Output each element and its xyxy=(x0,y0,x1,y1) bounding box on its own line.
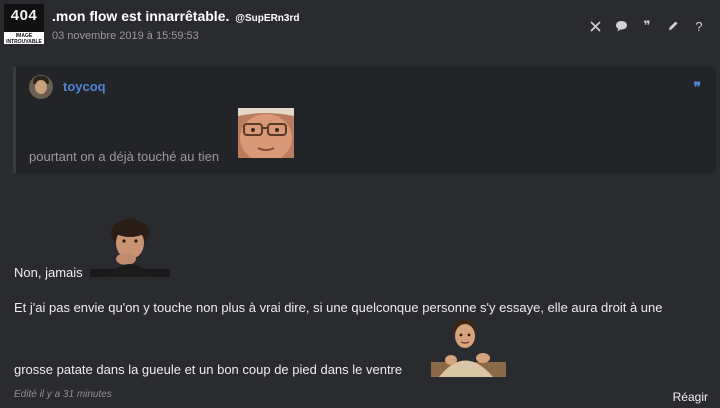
message-sticker-image xyxy=(431,316,506,377)
quote-text: pourtant on a déjà touché au tien xyxy=(29,149,220,164)
post-toolbar: ❞ ? xyxy=(582,17,712,35)
close-icon[interactable] xyxy=(582,17,608,35)
comment-icon[interactable] xyxy=(608,17,634,35)
quote-author-name[interactable]: toycoq xyxy=(63,79,106,94)
avatar-caption: IMAGE INTROUVABLE xyxy=(6,33,42,44)
edited-note: Edité il y a 31 minutes xyxy=(14,389,112,400)
quote-icon[interactable]: ❞ xyxy=(634,17,660,35)
help-icon[interactable]: ? xyxy=(686,17,712,35)
message-sticker-image xyxy=(90,217,170,277)
author-avatar[interactable]: 404 IMAGE INTROUVABLE xyxy=(4,4,44,44)
message-text-line: grosse patate dans la gueule et un bon c… xyxy=(14,362,403,377)
edit-icon[interactable] xyxy=(660,17,686,35)
quote-author-avatar[interactable] xyxy=(29,75,53,99)
forum-post: 404 IMAGE INTROUVABLE .mon flow est inna… xyxy=(0,0,720,408)
author-handle: @SupERn3rd xyxy=(235,13,300,24)
author-name[interactable]: .mon flow est innarrêtable. @SupERn3rd xyxy=(52,8,299,24)
author-pseudo[interactable]: .mon flow est innarrêtable. xyxy=(52,8,229,24)
react-button[interactable]: Réagir xyxy=(673,390,708,404)
message-text-line: Et j'ai pas envie qu'on y touche non plu… xyxy=(14,300,663,315)
post-date: 03 novembre 2019 à 15:59:53 xyxy=(52,30,199,42)
avatar-number: 404 xyxy=(10,7,38,24)
post-header: 404 IMAGE INTROUVABLE .mon flow est inna… xyxy=(0,0,720,50)
message-text-line: Non, jamais xyxy=(14,265,83,280)
quote-sticker-image xyxy=(238,108,294,158)
quote-block: toycoq ❞ pourtant on a déjà touché au ti… xyxy=(13,67,716,173)
quote-mark-icon: ❞ xyxy=(693,79,701,95)
